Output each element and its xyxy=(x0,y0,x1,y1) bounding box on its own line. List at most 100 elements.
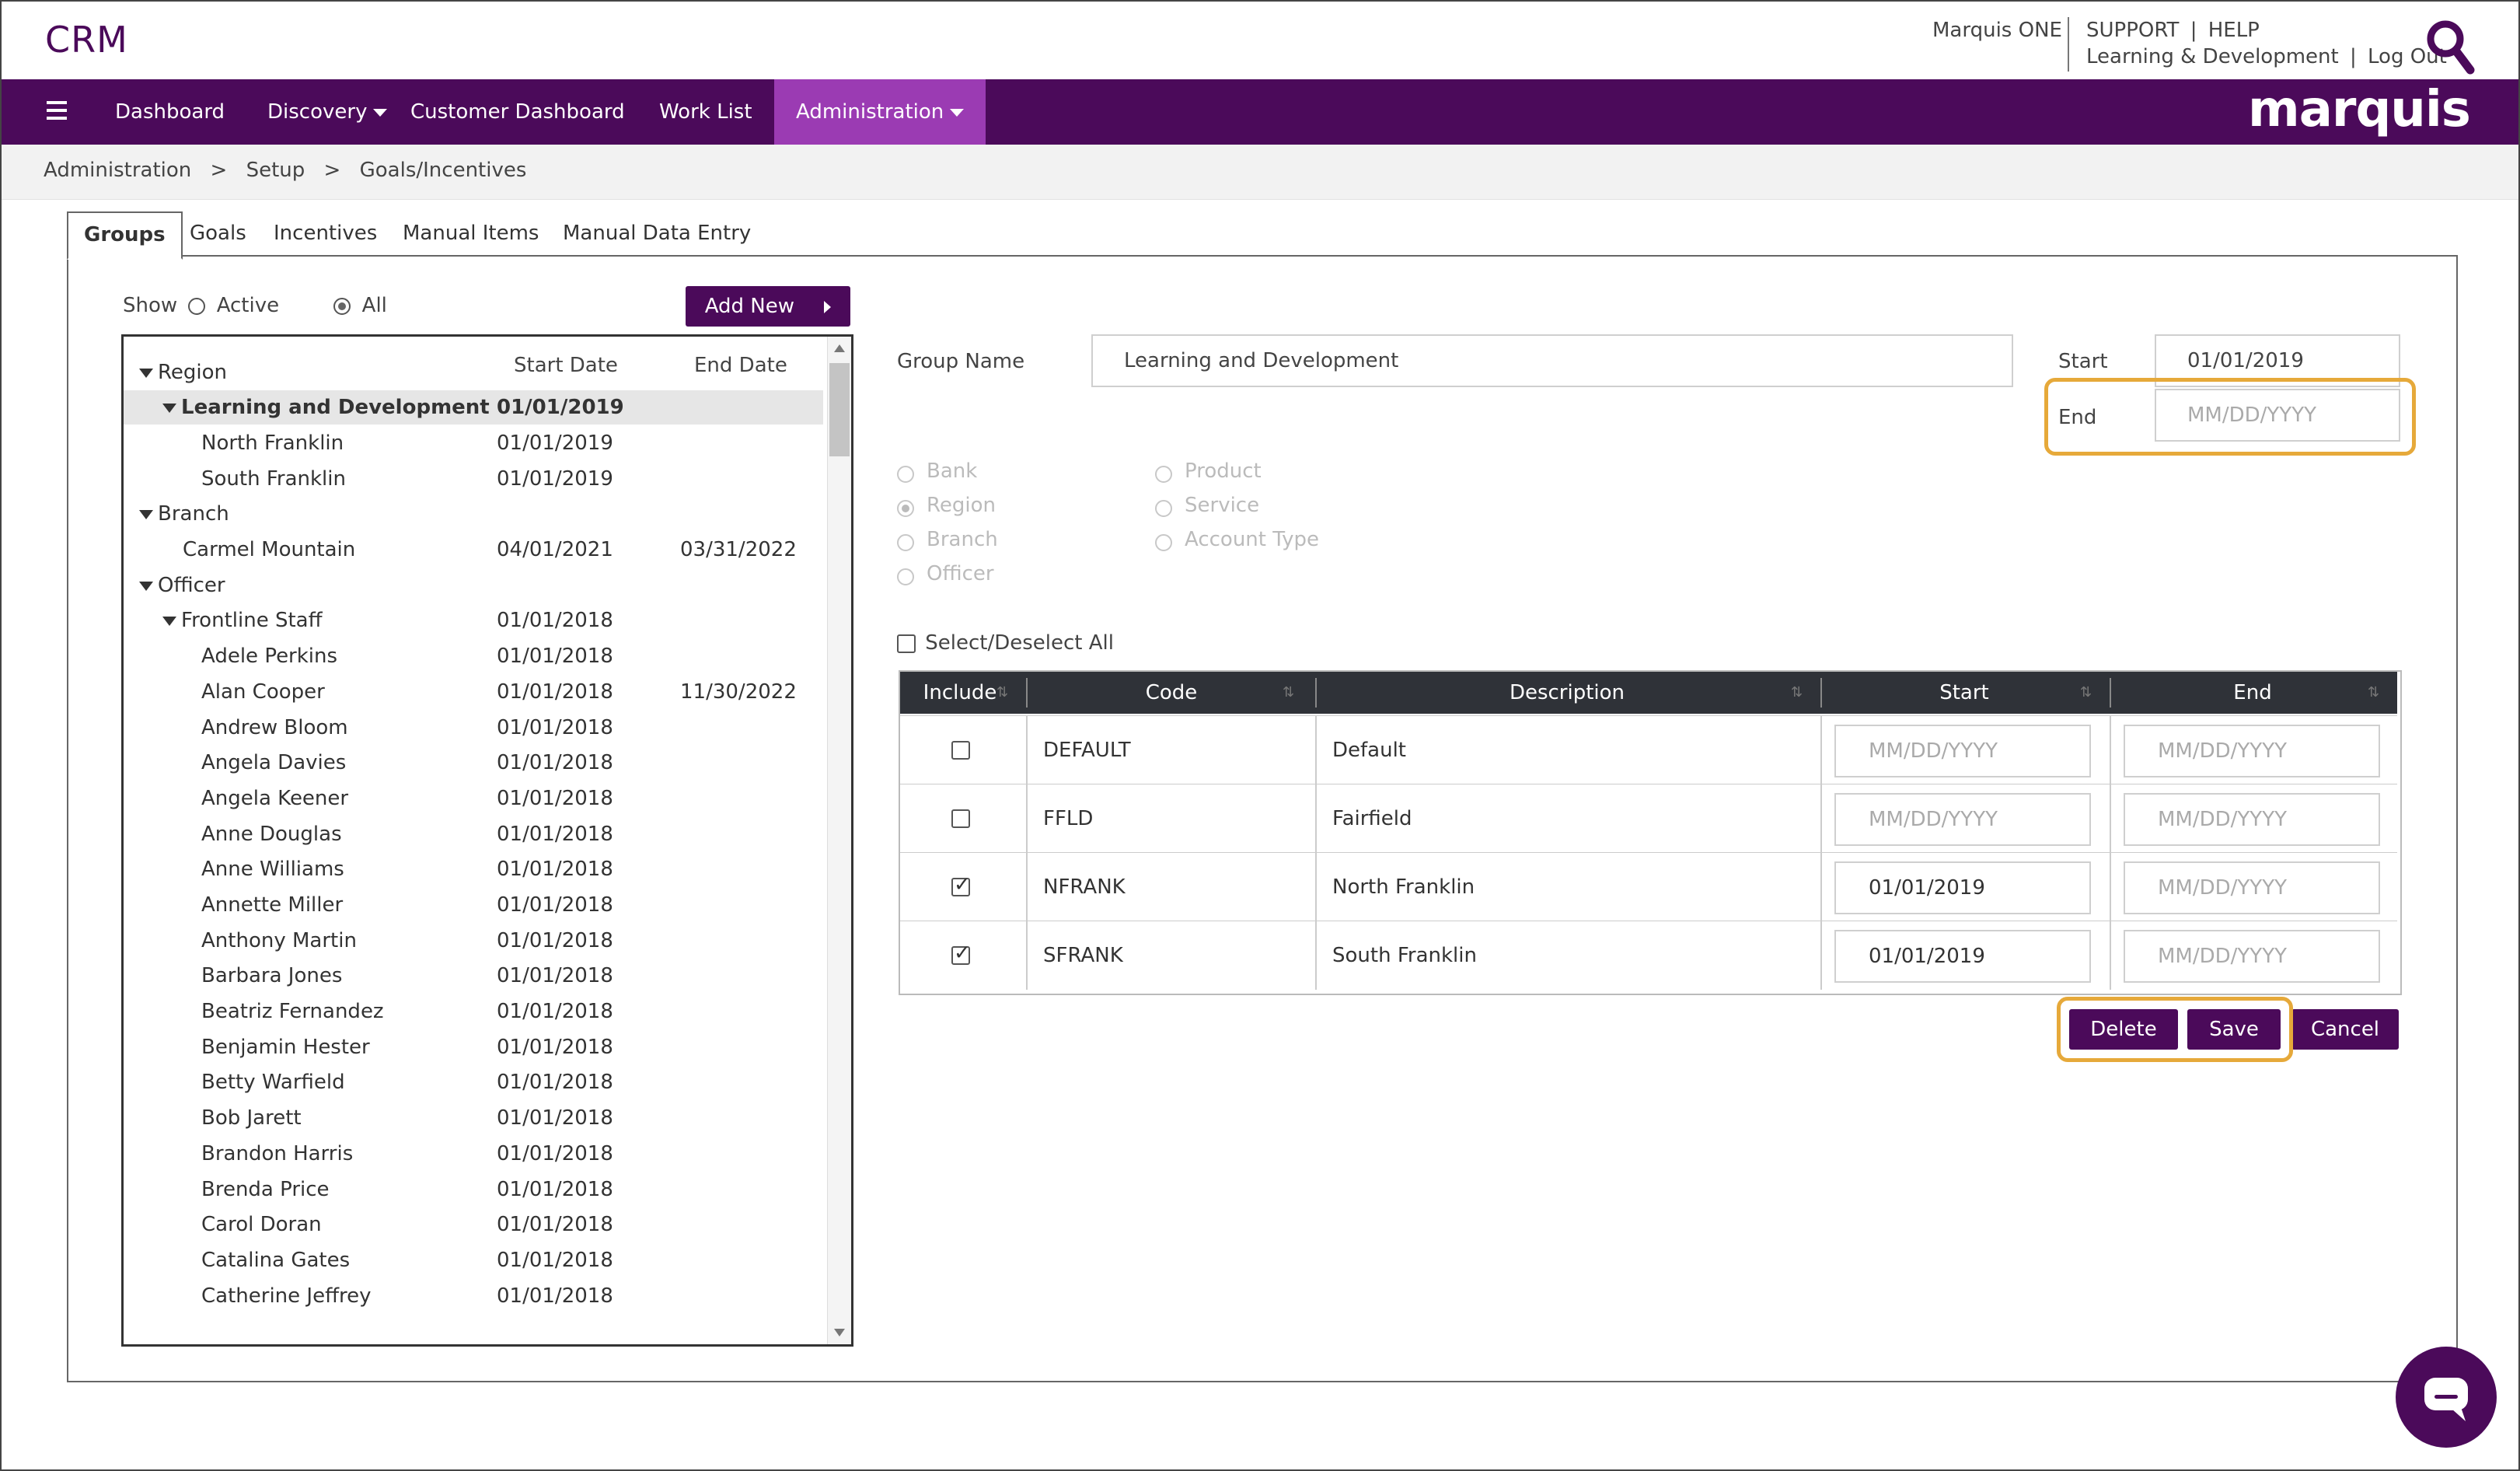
breadcrumb-separator: > xyxy=(210,159,228,182)
col-description[interactable]: Description xyxy=(1318,672,1816,714)
sort-icon[interactable]: ⇅ xyxy=(1791,684,1805,701)
tree-row-label: Catherine Jeffrey xyxy=(201,1284,372,1308)
row-end-input[interactable]: MM/DD/YYYY xyxy=(2124,861,2380,914)
nav-customer-dashboard[interactable]: Customer Dashboard xyxy=(410,79,625,145)
search-icon[interactable] xyxy=(2425,19,2475,76)
group-name-input[interactable]: Learning and Development xyxy=(1091,334,2013,387)
tree-row[interactable]: Learning and Development 01/01/2019 xyxy=(124,390,823,425)
nav-dashboard[interactable]: Dashboard xyxy=(115,79,225,145)
tree-row[interactable]: Angela Keener 01/01/2018 xyxy=(124,781,823,816)
tree-row-label: Brenda Price xyxy=(201,1178,330,1201)
row-start-input[interactable]: MM/DD/YYYY xyxy=(1834,725,2091,777)
group-type-label: Service xyxy=(1185,494,1260,517)
sort-icon[interactable]: ⇅ xyxy=(1283,684,1297,701)
scroll-thumb[interactable] xyxy=(829,363,850,456)
all-radio[interactable] xyxy=(333,297,351,315)
expand-triangle-icon[interactable] xyxy=(162,616,176,626)
row-end-input[interactable]: MM/DD/YYYY xyxy=(2124,725,2380,777)
marquis-one-link[interactable]: Marquis ONE xyxy=(1932,19,2062,42)
tree-row[interactable]: Officer xyxy=(124,568,823,603)
breadcrumb-administration[interactable]: Administration xyxy=(44,159,191,182)
nav-work-list[interactable]: Work List xyxy=(659,79,752,145)
tree-row-start: 01/01/2018 xyxy=(497,645,613,668)
tree-row[interactable]: North Franklin 01/01/2019 xyxy=(124,426,823,460)
group-type-radio[interactable] xyxy=(897,499,914,517)
scroll-down-icon[interactable] xyxy=(834,1329,845,1336)
include-checkbox[interactable] xyxy=(951,809,970,828)
tree-row[interactable]: Bob Jarett 01/01/2018 xyxy=(124,1101,823,1135)
row-end-input[interactable]: MM/DD/YYYY xyxy=(2124,930,2380,983)
expand-triangle-icon[interactable] xyxy=(139,581,153,591)
support-link[interactable]: SUPPORT xyxy=(2086,19,2179,42)
include-checkbox[interactable] xyxy=(951,873,971,896)
tree-row[interactable]: Branch xyxy=(124,497,823,531)
cancel-button[interactable]: Cancel xyxy=(2291,1009,2399,1050)
nav-discovery[interactable]: Discovery xyxy=(267,79,388,145)
tree-row[interactable]: Region xyxy=(124,355,823,390)
tree-row-end: 03/31/2022 xyxy=(680,538,797,561)
tree-row[interactable]: Andrew Bloom 01/01/2018 xyxy=(124,711,823,745)
group-type-radio[interactable] xyxy=(1155,499,1172,517)
scroll-up-icon[interactable] xyxy=(834,344,845,352)
group-type-label: Branch xyxy=(927,528,998,551)
group-type-radio[interactable] xyxy=(1155,533,1172,551)
tree-row[interactable]: Frontline Staff 01/01/2018 xyxy=(124,603,823,638)
tab-groups[interactable]: Groups xyxy=(67,211,183,260)
tree-row[interactable]: Beatriz Fernandez 01/01/2018 xyxy=(124,994,823,1029)
tab-manual-data-entry[interactable]: Manual Data Entry xyxy=(563,211,751,255)
tree-scrollbar[interactable] xyxy=(827,337,851,1344)
brand-logo[interactable]: marquis xyxy=(2248,81,2471,138)
tab-goals[interactable]: Goals xyxy=(190,211,246,255)
tree-row[interactable]: Betty Warfield 01/01/2018 xyxy=(124,1065,823,1099)
sort-icon[interactable]: ⇅ xyxy=(2368,684,2382,701)
group-type-radio[interactable] xyxy=(897,533,914,551)
add-new-button[interactable]: Add New xyxy=(686,286,850,327)
expand-triangle-icon[interactable] xyxy=(139,368,153,378)
cell-divider xyxy=(2110,853,2111,921)
tree-row[interactable]: Adele Perkins 01/01/2018 xyxy=(124,639,823,673)
group-type-radio[interactable] xyxy=(897,465,914,483)
tree-row[interactable]: Annette Miller 01/01/2018 xyxy=(124,888,823,922)
tree-row[interactable]: Anne Williams 01/01/2018 xyxy=(124,852,823,886)
tree-row[interactable]: Brandon Harris 01/01/2018 xyxy=(124,1137,823,1171)
include-checkbox[interactable] xyxy=(951,741,970,760)
breadcrumb-setup[interactable]: Setup xyxy=(246,159,305,182)
chat-icon[interactable] xyxy=(2396,1347,2497,1448)
tree-row[interactable]: Catherine Jeffrey 01/01/2018 xyxy=(124,1279,823,1313)
tree-row[interactable]: Catalina Gates 01/01/2018 xyxy=(124,1243,823,1277)
tree-row[interactable]: Barbara Jones 01/01/2018 xyxy=(124,959,823,993)
expand-triangle-icon[interactable] xyxy=(139,509,153,519)
active-radio[interactable] xyxy=(188,297,206,315)
tree-row[interactable]: Carol Doran 01/01/2018 xyxy=(124,1207,823,1242)
tree-row[interactable]: South Franklin 01/01/2019 xyxy=(124,462,823,496)
tree-row[interactable]: Alan Cooper 01/01/2018 11/30/2022 xyxy=(124,675,823,709)
hamburger-icon[interactable] xyxy=(47,101,67,121)
select-all-checkbox[interactable] xyxy=(897,634,916,653)
include-checkbox[interactable] xyxy=(951,942,971,965)
row-start-input[interactable]: MM/DD/YYYY xyxy=(1834,793,2091,846)
sort-icon[interactable]: ⇅ xyxy=(996,684,1010,701)
col-code[interactable]: Code xyxy=(1029,672,1314,714)
row-start-input[interactable]: 01/01/2019 xyxy=(1834,930,2091,983)
tree-row-start: 01/01/2018 xyxy=(497,858,613,881)
expand-triangle-icon[interactable] xyxy=(162,403,176,413)
row-end-input[interactable]: MM/DD/YYYY xyxy=(2124,793,2380,846)
col-start[interactable]: Start xyxy=(1824,672,2105,714)
tree-row[interactable]: Anthony Martin 01/01/2018 xyxy=(124,924,823,958)
col-end[interactable]: End xyxy=(2113,672,2393,714)
row-start-input[interactable]: 01/01/2019 xyxy=(1834,861,2091,914)
tree-row-start: 01/01/2018 xyxy=(497,716,613,739)
tree-row[interactable]: Anne Douglas 01/01/2018 xyxy=(124,817,823,851)
tree-row[interactable]: Brenda Price 01/01/2018 xyxy=(124,1172,823,1207)
tree-row[interactable]: Carmel Mountain 04/01/2021 03/31/2022 xyxy=(124,533,823,567)
nav-administration[interactable]: Administration xyxy=(774,79,986,145)
tree-row[interactable]: Benjamin Hester 01/01/2018 xyxy=(124,1030,823,1064)
help-link[interactable]: HELP xyxy=(2208,19,2260,42)
group-type-label: Account Type xyxy=(1185,528,1319,551)
sort-icon[interactable]: ⇅ xyxy=(2080,684,2094,701)
group-type-radio[interactable] xyxy=(897,568,914,585)
tab-manual-items[interactable]: Manual Items xyxy=(403,211,539,255)
tree-row[interactable]: Angela Davies 01/01/2018 xyxy=(124,746,823,780)
group-type-radio[interactable] xyxy=(1155,465,1172,483)
tab-incentives[interactable]: Incentives xyxy=(274,211,377,255)
